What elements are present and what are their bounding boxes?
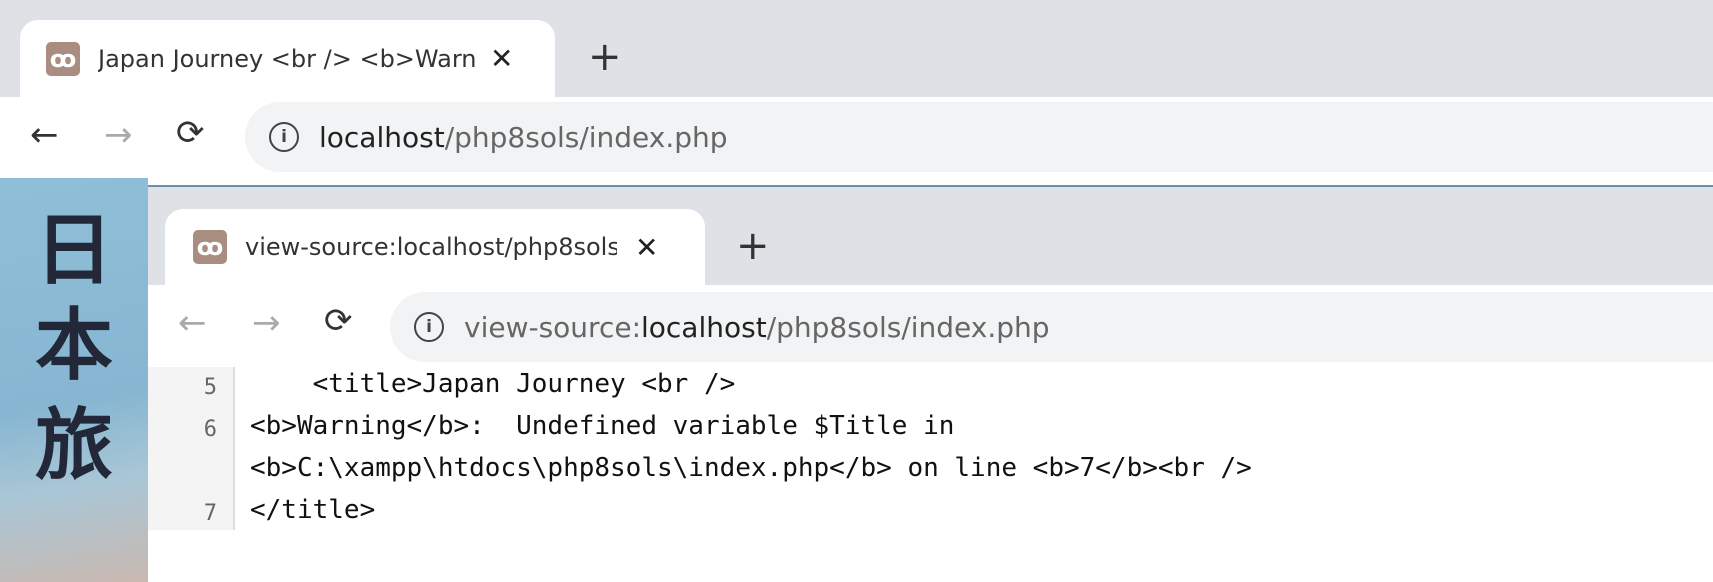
inner-tab-title: view-source:localhost/php8sols/index.php: [245, 233, 617, 261]
line-number: 6: [203, 417, 217, 442]
view-source-window: ꝏ view-source:localhost/php8sols/index.p…: [148, 185, 1713, 532]
line-number: 5: [203, 375, 217, 400]
close-tab-icon[interactable]: ✕: [635, 231, 658, 264]
banner-kanji: 旅: [35, 400, 114, 491]
banner-kanji: 本: [35, 300, 114, 391]
url-host: localhost: [641, 310, 767, 344]
inner-tab-strip: ꝏ view-source:localhost/php8sols/index.p…: [148, 187, 1713, 285]
url-prefix: view-source:: [464, 310, 641, 344]
info-icon[interactable]: i: [414, 312, 444, 342]
code-line: </title>: [250, 495, 376, 525]
url-text: view-source:localhost/php8sols/index.php: [464, 311, 1050, 344]
line-gutter: 5 6 7: [148, 367, 235, 532]
address-bar[interactable]: i localhost/php8sols/index.php: [245, 102, 1713, 172]
line-number: 7: [203, 501, 217, 526]
site-banner: 日 本 旅: [0, 178, 148, 582]
inner-tab[interactable]: ꝏ view-source:localhost/php8sols/index.p…: [165, 209, 705, 285]
code-line: <b>C:\xampp\htdocs\php8sols\index.php</b…: [250, 453, 1252, 483]
new-tab-button[interactable]: +: [736, 223, 770, 269]
url-path: /php8sols/index.php: [766, 310, 1050, 344]
xampp-favicon-icon: ꝏ: [46, 41, 80, 76]
code-line: <b>Warning</b>: Undefined variable $Titl…: [250, 411, 955, 441]
reload-button[interactable]: ⟳: [324, 301, 353, 341]
url-text: localhost/php8sols/index.php: [319, 121, 728, 154]
address-bar[interactable]: i view-source:localhost/php8sols/index.p…: [390, 292, 1713, 362]
source-code: 5 6 7 <title>Japan Journey <br /> <b>War…: [148, 367, 1713, 532]
new-tab-button[interactable]: +: [588, 34, 622, 80]
forward-button[interactable]: →: [252, 303, 281, 343]
inner-toolbar: ← → ⟳ i view-source:localhost/php8sols/i…: [148, 285, 1713, 367]
outer-tab-strip: ꝏ Japan Journey <br /> <b>Warning ✕ +: [0, 0, 1713, 97]
xampp-favicon-icon: ꝏ: [193, 230, 227, 264]
back-button[interactable]: ←: [178, 303, 207, 343]
outer-tab[interactable]: ꝏ Japan Journey <br /> <b>Warning ✕: [20, 20, 555, 97]
url-host: localhost: [319, 120, 445, 154]
forward-button[interactable]: →: [104, 115, 133, 155]
outer-toolbar: ← → ⟳ i localhost/php8sols/index.php: [0, 97, 1713, 178]
info-icon[interactable]: i: [269, 122, 299, 152]
reload-button[interactable]: ⟳: [176, 113, 205, 153]
outer-tab-title: Japan Journey <br /> <b>Warning: [98, 44, 476, 73]
code-line: <title>Japan Journey <br />: [250, 369, 736, 399]
close-tab-icon[interactable]: ✕: [490, 42, 513, 75]
url-path: /php8sols/index.php: [444, 120, 728, 154]
back-button[interactable]: ←: [30, 115, 59, 155]
underlying-page-edge: [148, 530, 1713, 582]
